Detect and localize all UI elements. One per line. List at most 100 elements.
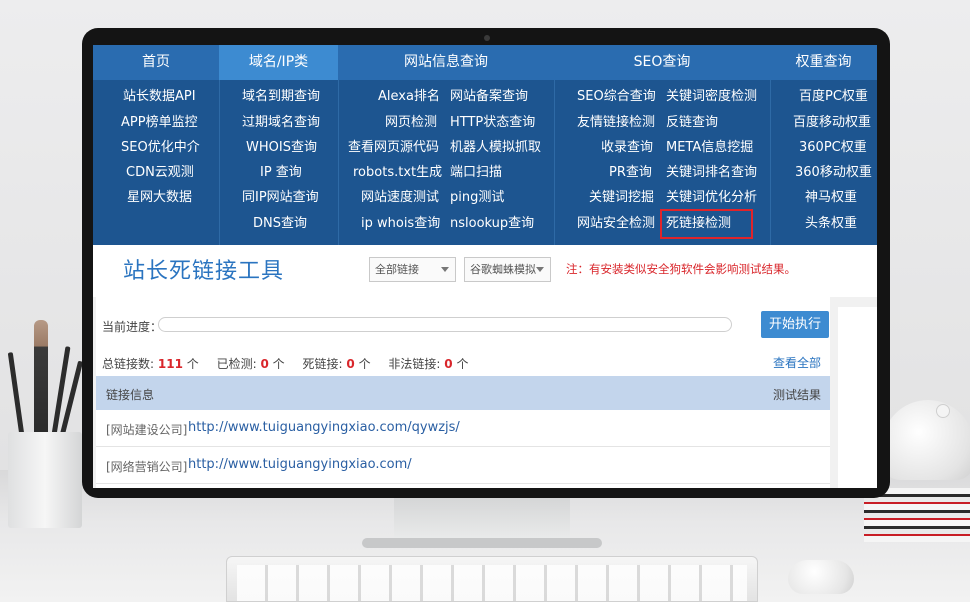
spider-select[interactable]: 谷歌蜘蛛模拟: [464, 257, 551, 282]
menu-item-ping[interactable]: ping测试: [450, 188, 504, 208]
menu-column-domain: 域名到期查询 过期域名查询 WHOIS查询 IP 查询 同IP网站查询 DNS查…: [219, 80, 338, 245]
menu-item-baidu-mobile[interactable]: 百度移动权重: [793, 113, 871, 133]
side-panel: [838, 307, 877, 488]
menu-item-ip-lookup[interactable]: IP 查询: [260, 163, 302, 183]
content-area: 当前进度： 开始执行 总链接数: 111 个 已检测: 0 个 死链接: 0 个…: [93, 297, 877, 488]
progress-label: 当前进度：: [102, 320, 163, 334]
checker-panel: 当前进度： 开始执行 总链接数: 111 个 已检测: 0 个 死链接: 0 个…: [96, 297, 830, 488]
menu-item-index[interactable]: 收录查询: [601, 138, 653, 158]
chevron-down-icon: [536, 267, 544, 272]
keyboard: [226, 556, 758, 602]
view-all-link[interactable]: 查看全部: [773, 354, 821, 371]
column-header-link-info: 链接信息: [106, 388, 155, 402]
checked-label: 已检测:: [216, 357, 257, 371]
start-button[interactable]: 开始执行: [761, 311, 829, 338]
tool-header: 站长死链接工具 全部链接 谷歌蜘蛛模拟 注：有安装类似安全狗软件会影响测试结果。: [93, 245, 877, 297]
menu-item-keyword-rank[interactable]: 关键词排名查询: [666, 163, 757, 183]
menu-item-dead-link-check[interactable]: 死链接检测: [660, 209, 753, 239]
dead-links-count: 0: [346, 357, 355, 371]
desk-ornament-knob: [936, 404, 950, 418]
menu-item-keyword-density[interactable]: 关键词密度检测: [666, 87, 757, 107]
makeup-brush: [34, 320, 48, 438]
checked-unit: 个: [272, 357, 285, 371]
menu-item-seo-agent[interactable]: SEO优化中介: [121, 138, 200, 158]
table-row: [网络营销公司] http://www.tuiguangyingxiao.com…: [96, 447, 830, 484]
menu-item-cdn[interactable]: CDN云观测: [126, 163, 194, 183]
menu-item-bigdata[interactable]: 星网大数据: [127, 188, 192, 208]
total-links-label: 总链接数:: [102, 357, 155, 371]
menu-item-robot-crawl[interactable]: 机器人模拟抓取: [450, 138, 541, 158]
illegal-links-count: 0: [444, 357, 453, 371]
total-links-unit: 个: [186, 357, 199, 371]
webcam-icon: [484, 35, 490, 41]
monitor-foot: [362, 538, 602, 548]
menu-item-seo-overall[interactable]: SEO综合查询: [577, 87, 656, 107]
menu-item-port-scan[interactable]: 端口扫描: [450, 163, 502, 183]
menu-item-icp[interactable]: 网站备案查询: [450, 87, 528, 107]
warning-notice: 注：有安装类似安全狗软件会影响测试结果。: [566, 262, 796, 276]
link-category: [网站建设公司]: [106, 423, 188, 437]
menu-item-baidu-pc[interactable]: 百度PC权重: [799, 87, 868, 107]
link-url[interactable]: http://www.tuiguangyingxiao.com/: [188, 457, 412, 472]
link-scope-select[interactable]: 全部链接: [369, 257, 456, 282]
menu-item-api[interactable]: 站长数据API: [123, 87, 196, 107]
browser-screen: 首页 域名/IP类 网站信息查询 SEO查询 权重查询 站长数据API APP榜…: [93, 45, 877, 488]
column-header-result: 测试结果: [773, 388, 822, 402]
tab-domain-ip[interactable]: 域名/IP类: [219, 45, 338, 80]
tab-home[interactable]: 首页: [93, 45, 219, 80]
link-scope-value: 全部链接: [375, 263, 419, 276]
menu-item-speed-test[interactable]: 网站速度测试: [361, 188, 439, 208]
menu-item-dns[interactable]: DNS查询: [253, 214, 307, 234]
dead-links-label: 死链接:: [302, 357, 343, 371]
menu-item-keyword-optimize[interactable]: 关键词优化分析: [666, 188, 757, 208]
menu-item-robots[interactable]: robots.txt生成: [353, 163, 442, 183]
menu-item-alexa[interactable]: Alexa排名: [378, 87, 440, 107]
spider-value: 谷歌蜘蛛模拟: [470, 263, 536, 276]
menu-item-view-source[interactable]: 查看网页源代码: [348, 138, 439, 158]
table-row: [网站建设公司] http://www.tuiguangyingxiao.com…: [96, 410, 830, 447]
tab-seo[interactable]: SEO查询: [554, 45, 770, 80]
nav-tab-bar: 首页 域名/IP类 网站信息查询 SEO查询 权重查询: [93, 45, 877, 80]
menu-item-360-mobile[interactable]: 360移动权重: [795, 163, 872, 183]
progress-bar: [158, 317, 732, 332]
link-category: [网络营销公司]: [106, 460, 188, 474]
chevron-down-icon: [441, 267, 449, 272]
menu-column-seo: SEO综合查询 友情链接检测 收录查询 PR查询 关键词挖掘 网站安全检测 关键…: [554, 80, 770, 245]
desk-ornament: [882, 400, 970, 480]
menu-column-home: 站长数据API APP榜单监控 SEO优化中介 CDN云观测 星网大数据: [93, 80, 219, 245]
menu-item-nslookup[interactable]: nslookup查询: [450, 214, 534, 234]
mouse: [788, 560, 854, 594]
table-header: 链接信息 测试结果: [96, 376, 830, 410]
main-navigation: 首页 域名/IP类 网站信息查询 SEO查询 权重查询 站长数据API APP榜…: [93, 45, 877, 245]
menu-column-weight: 百度PC权重 百度移动权重 360PC权重 360移动权重 神马权重 头条权重: [770, 80, 877, 245]
tab-site-info[interactable]: 网站信息查询: [338, 45, 554, 80]
menu-item-shenma[interactable]: 神马权重: [805, 188, 857, 208]
menu-item-360-pc[interactable]: 360PC权重: [799, 138, 867, 158]
menu-item-toutiao[interactable]: 头条权重: [805, 214, 857, 234]
menu-item-domain-expiry[interactable]: 域名到期查询: [242, 87, 320, 107]
checked-count: 0: [260, 357, 269, 371]
menu-column-site-info: Alexa排名 网页检测 查看网页源代码 robots.txt生成 网站速度测试…: [338, 80, 554, 245]
menu-item-backlink[interactable]: 反链查询: [666, 113, 718, 133]
pencil-cup: [8, 432, 82, 528]
tab-weight[interactable]: 权重查询: [770, 45, 877, 80]
menu-item-app-rank[interactable]: APP榜单监控: [121, 113, 198, 133]
menu-item-meta[interactable]: META信息挖掘: [666, 138, 753, 158]
menu-item-security-check[interactable]: 网站安全检测: [577, 214, 655, 234]
menu-item-page-check[interactable]: 网页检测: [385, 113, 437, 133]
total-links-count: 111: [157, 357, 183, 371]
menu-item-same-ip[interactable]: 同IP网站查询: [242, 188, 319, 208]
menu-item-expired-domain[interactable]: 过期域名查询: [242, 113, 320, 133]
illegal-links-unit: 个: [456, 357, 469, 371]
menu-item-ip-whois[interactable]: ip whois查询: [361, 214, 440, 234]
menu-item-friend-link[interactable]: 友情链接检测: [577, 113, 655, 133]
menu-item-whois[interactable]: WHOIS查询: [246, 138, 317, 158]
menu-item-http-status[interactable]: HTTP状态查询: [450, 113, 535, 133]
menu-item-pr[interactable]: PR查询: [609, 163, 652, 183]
illegal-links-label: 非法链接:: [388, 357, 441, 371]
stats-line: 总链接数: 111 个 已检测: 0 个 死链接: 0 个 非法链接: 0 个: [102, 355, 469, 372]
menu-item-keyword-mining[interactable]: 关键词挖掘: [589, 188, 654, 208]
monitor-stand: [394, 492, 570, 544]
page-title: 站长死链接工具: [123, 259, 285, 284]
link-url[interactable]: http://www.tuiguangyingxiao.com/qywzjs/: [188, 420, 460, 435]
